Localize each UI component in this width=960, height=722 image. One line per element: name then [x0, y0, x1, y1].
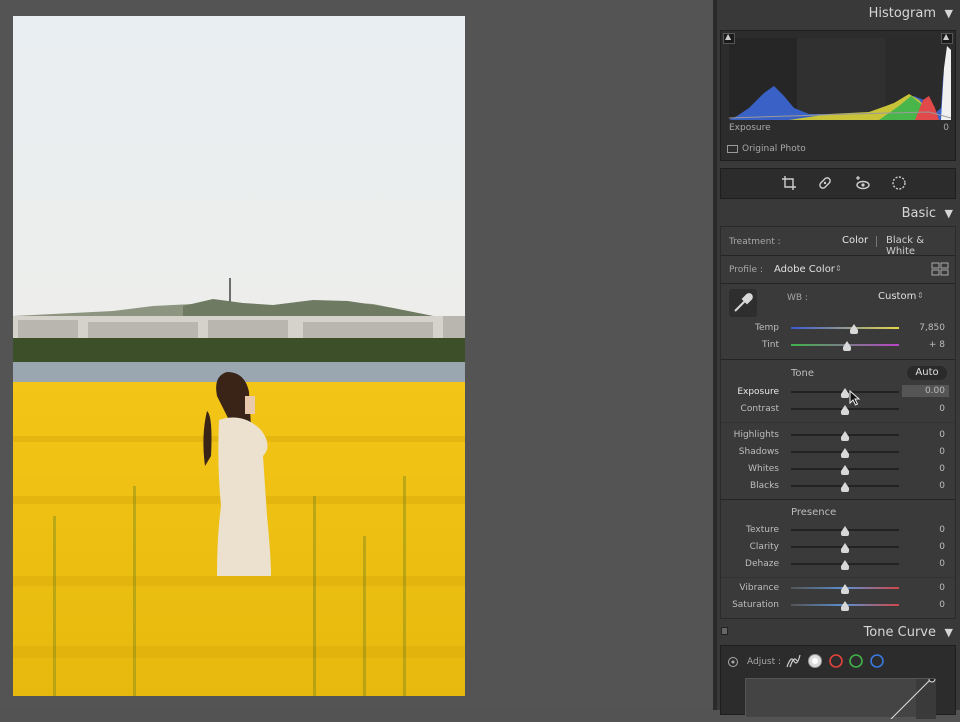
tint-label: Tint [762, 340, 779, 350]
tone-curve-header[interactable]: Tone Curve ▼ [717, 625, 960, 647]
shadows-slider-thumb[interactable] [841, 448, 849, 458]
whites-label: Whites [748, 464, 779, 474]
treatment-bw-button[interactable]: Black & White [886, 235, 955, 257]
tool-strip [720, 168, 956, 199]
exposure-label: Exposure [737, 387, 779, 397]
develop-right-panel: Histogram ▼ ▲ ▲ Exposure 0 Original Phot… [717, 0, 960, 720]
profile-browser-grid-icon[interactable] [931, 262, 949, 276]
parametric-curve-icon[interactable] [785, 653, 801, 669]
treatment-color-button[interactable]: Color [842, 235, 868, 246]
updown-arrows-icon[interactable]: ⇕ [917, 291, 924, 300]
triangle-up-icon: ▲ [725, 32, 732, 41]
blacks-label: Blacks [749, 481, 779, 491]
masking-icon[interactable] [891, 175, 907, 191]
shadows-label: Shadows [738, 447, 779, 457]
dehaze-slider-thumb[interactable] [841, 560, 849, 570]
clarity-value[interactable]: 0 [905, 542, 945, 552]
blacks-value[interactable]: 0 [905, 481, 945, 491]
temp-slider-thumb[interactable] [849, 324, 858, 334]
vibrance-label: Vibrance [739, 583, 779, 593]
histogram-readout-value: 0 [943, 123, 949, 133]
highlights-value[interactable]: 0 [905, 430, 945, 440]
red-channel-icon[interactable] [828, 653, 844, 669]
texture-slider-thumb[interactable] [841, 526, 849, 536]
collapse-triangle-icon[interactable]: ▼ [945, 626, 953, 639]
dehaze-label: Dehaze [745, 559, 779, 569]
histogram-title: Histogram [868, 6, 936, 21]
photo-canvas [0, 0, 713, 710]
basic-panel: Treatment : Color Black & White Profile … [720, 226, 956, 619]
healing-brush-icon[interactable] [817, 175, 833, 191]
saturation-label: Saturation [732, 600, 779, 610]
dehaze-value[interactable]: 0 [905, 559, 945, 569]
green-channel-icon[interactable] [848, 653, 864, 669]
tone-curve-panel: Adjust : [720, 645, 956, 720]
photo-preview[interactable] [13, 16, 465, 696]
treatment-label: Treatment : [729, 237, 781, 247]
tint-slider-thumb[interactable] [843, 341, 852, 351]
basic-header[interactable]: Basic ▼ [717, 206, 960, 228]
clarity-label: Clarity [749, 542, 779, 552]
whites-value[interactable]: 0 [905, 464, 945, 474]
tint-value[interactable]: + 8 [905, 340, 945, 350]
contrast-slider-thumb[interactable] [841, 405, 849, 415]
histogram-readout-label: Exposure [729, 123, 771, 133]
temp-value[interactable]: 7,850 [905, 323, 945, 333]
collapse-triangle-icon[interactable]: ▼ [945, 207, 953, 220]
temp-slider-track[interactable] [791, 327, 899, 329]
profile-label: Profile : [729, 265, 763, 275]
contrast-value[interactable]: 0 [905, 404, 945, 414]
red-eye-icon[interactable] [855, 175, 871, 191]
collapse-triangle-icon[interactable]: ▼ [945, 7, 953, 20]
histogram-panel: ▲ ▲ Exposure 0 Original Photo [720, 30, 956, 161]
profile-dropdown[interactable]: Adobe Color [774, 264, 835, 275]
triangle-up-icon: ▲ [943, 32, 950, 41]
temp-label: Temp [755, 323, 779, 333]
original-photo-checkbox[interactable] [727, 145, 738, 153]
original-photo-label: Original Photo [742, 144, 806, 154]
vibrance-value[interactable]: 0 [905, 583, 945, 593]
tone-title: Tone [791, 368, 815, 379]
exposure-value-field[interactable]: 0.00 [902, 385, 949, 397]
blacks-slider-thumb[interactable] [841, 482, 849, 492]
whites-slider-thumb[interactable] [841, 465, 849, 475]
presence-title: Presence [791, 507, 837, 518]
point-curve-rgb-icon[interactable] [807, 653, 823, 669]
saturation-value[interactable]: 0 [905, 600, 945, 610]
tone-curve-graph[interactable] [745, 675, 936, 720]
blue-channel-icon[interactable] [869, 653, 885, 669]
adjust-label: Adjust : [747, 657, 782, 667]
highlights-slider-thumb[interactable] [841, 431, 849, 441]
wb-label: WB : [787, 293, 808, 303]
highlight-clipping-toggle[interactable]: ▲ [941, 32, 953, 44]
texture-label: Texture [746, 525, 779, 535]
auto-tone-button[interactable]: Auto [907, 366, 947, 380]
exposure-slider-thumb[interactable] [841, 388, 849, 398]
target-adjust-icon[interactable] [727, 656, 739, 668]
vibrance-slider-thumb[interactable] [841, 584, 849, 594]
updown-arrows-icon[interactable]: ⇕ [835, 264, 842, 273]
shadow-clipping-toggle[interactable]: ▲ [723, 32, 735, 44]
histogram-header[interactable]: Histogram ▼ [717, 6, 960, 28]
shadows-value[interactable]: 0 [905, 447, 945, 457]
eyedropper-icon[interactable] [729, 289, 757, 317]
clarity-slider-thumb[interactable] [841, 543, 849, 553]
histogram-graph [728, 38, 952, 120]
contrast-label: Contrast [740, 404, 779, 414]
basic-title: Basic [901, 206, 936, 221]
treatment-divider [876, 236, 877, 247]
crop-icon[interactable] [781, 175, 797, 191]
texture-value[interactable]: 0 [905, 525, 945, 535]
highlights-label: Highlights [733, 430, 779, 440]
wb-dropdown[interactable]: Custom [878, 291, 916, 302]
mouse-cursor-icon [849, 390, 861, 406]
saturation-slider-thumb[interactable] [841, 601, 849, 611]
tone-curve-title: Tone Curve [863, 625, 936, 640]
